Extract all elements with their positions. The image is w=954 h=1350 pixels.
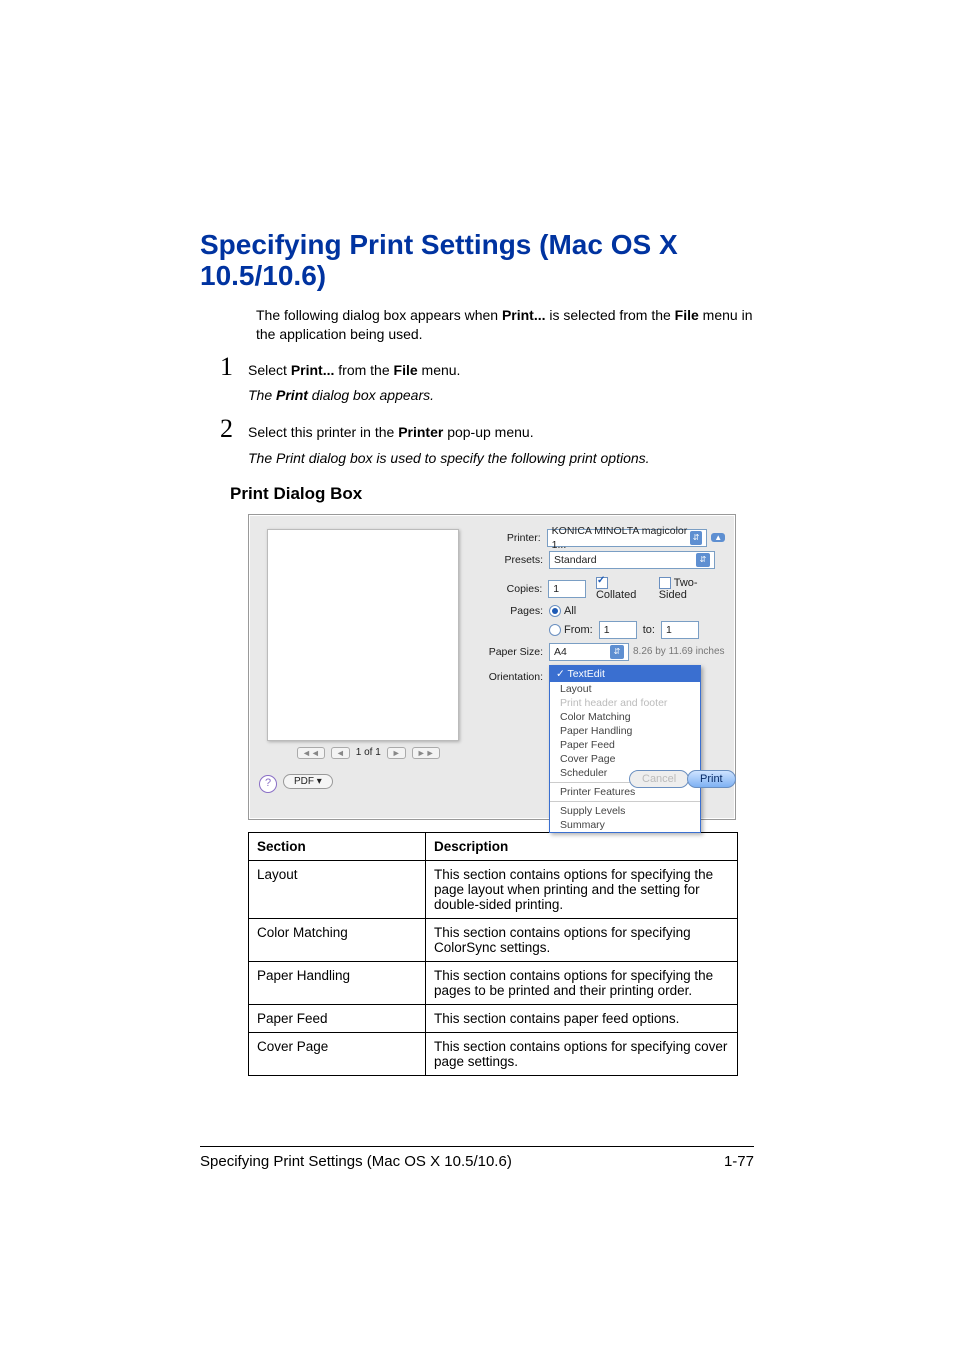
orientation-label: Orientation:	[473, 671, 543, 683]
copies-label: Copies:	[473, 583, 542, 595]
text: The	[248, 387, 276, 403]
pager-first-icon[interactable]: ◄◄	[297, 747, 325, 759]
cell-description: This section contains options for specif…	[426, 918, 738, 961]
preview-pane	[267, 529, 459, 741]
page-title: Specifying Print Settings (Mac OS X 10.5…	[200, 230, 754, 292]
menu-item-paper-handling[interactable]: Paper Handling	[550, 724, 700, 738]
table-row: Layout This section contains options for…	[249, 860, 738, 918]
pages-from-field[interactable]: 1	[599, 621, 637, 639]
copies-field[interactable]: 1	[548, 580, 586, 598]
paper-size-select[interactable]: A4 ⇵	[549, 643, 629, 661]
presets-select[interactable]: Standard ⇵	[549, 551, 715, 569]
text: pop-up menu.	[443, 424, 533, 440]
text: menu.	[418, 362, 461, 378]
pages-to-label: to:	[643, 624, 655, 636]
text-bold: File	[394, 362, 418, 378]
step-1-note: The Print dialog box appears.	[248, 387, 754, 403]
menu-selected-label: TextEdit	[568, 668, 605, 680]
collated-label: Collated	[596, 589, 636, 601]
step-number: 1	[220, 349, 248, 385]
text: Select this printer in the	[248, 424, 398, 440]
paper-size-label: Paper Size:	[473, 646, 543, 658]
menu-item-color-matching[interactable]: Color Matching	[550, 710, 700, 724]
text: from the	[334, 362, 393, 378]
step-2: 2 Select this printer in the Printer pop…	[220, 411, 754, 447]
cell-section: Cover Page	[249, 1032, 426, 1075]
table-header-section: Section	[249, 832, 426, 860]
page-footer: Specifying Print Settings (Mac OS X 10.5…	[200, 1146, 754, 1170]
printer-value: KONICA MINOLTA magicolor 1...	[552, 524, 690, 552]
cell-section: Paper Feed	[249, 1004, 426, 1032]
options-menu[interactable]: ✓ TextEdit Layout Print header and foote…	[549, 665, 701, 833]
pages-from-radio[interactable]	[549, 624, 561, 636]
step-1: 1 Select Print... from the File menu.	[220, 349, 754, 385]
table-row: Color Matching This section contains opt…	[249, 918, 738, 961]
chevron-updown-icon: ⇵	[696, 553, 710, 567]
pages-all-label: All	[564, 605, 576, 617]
paper-size-value: A4	[554, 645, 567, 659]
step-2-note: The Print dialog box is used to specify …	[248, 450, 754, 466]
text: Select	[248, 362, 291, 378]
pager: ◄◄ ◄ 1 of 1 ► ►►	[297, 747, 440, 759]
printer-label: Printer:	[473, 532, 541, 544]
chevron-updown-icon: ⇵	[610, 645, 624, 659]
menu-selected[interactable]: ✓ TextEdit	[550, 666, 700, 682]
section-heading: Print Dialog Box	[230, 484, 754, 504]
pager-last-icon[interactable]: ►►	[412, 747, 440, 759]
pager-prev-icon[interactable]: ◄	[331, 747, 350, 759]
paper-dimensions: 8.26 by 11.69 inches	[633, 646, 725, 657]
cell-description: This section contains options for specif…	[426, 860, 738, 918]
table-header-description: Description	[426, 832, 738, 860]
cancel-button[interactable]: Cancel	[629, 770, 689, 788]
cell-section: Color Matching	[249, 918, 426, 961]
table-row: Paper Feed This section contains paper f…	[249, 1004, 738, 1032]
pages-all-radio[interactable]	[549, 605, 561, 617]
intro-paragraph: The following dialog box appears when Pr…	[256, 306, 754, 345]
pager-next-icon[interactable]: ►	[387, 747, 406, 759]
text-bold: Print...	[291, 362, 335, 378]
help-button[interactable]: ?	[259, 775, 277, 793]
two-sided-checkbox[interactable]	[659, 577, 671, 589]
pages-from-label: From:	[564, 624, 593, 636]
footer-title: Specifying Print Settings (Mac OS X 10.5…	[200, 1153, 512, 1170]
chevron-updown-icon: ⇵	[690, 531, 703, 545]
text: dialog box appears.	[308, 387, 434, 403]
pages-label: Pages:	[473, 605, 543, 617]
cell-description: This section contains options for specif…	[426, 961, 738, 1004]
pages-to-field[interactable]: 1	[661, 621, 699, 639]
presets-label: Presets:	[473, 554, 543, 566]
menu-item-paper-feed[interactable]: Paper Feed	[550, 738, 700, 752]
text: is selected from the	[546, 307, 675, 323]
collated-checkbox[interactable]	[596, 577, 608, 589]
menu-item-layout[interactable]: Layout	[550, 682, 700, 696]
cell-section: Layout	[249, 860, 426, 918]
menu-item-cover-page[interactable]: Cover Page	[550, 752, 700, 766]
cell-section: Paper Handling	[249, 961, 426, 1004]
text-bold: Print	[276, 387, 308, 403]
presets-value: Standard	[554, 553, 597, 567]
printer-status-icon[interactable]: ▲	[711, 533, 725, 542]
page-number: 1-77	[724, 1153, 754, 1170]
text-bold: Print...	[502, 307, 546, 323]
sections-table: Section Description Layout This section …	[248, 832, 738, 1076]
table-row: Paper Handling This section contains opt…	[249, 961, 738, 1004]
pager-label: 1 of 1	[356, 747, 381, 758]
text-bold: File	[675, 307, 699, 323]
text: The following dialog box appears when	[256, 307, 502, 323]
text-bold: Printer	[398, 424, 443, 440]
cell-description: This section contains options for specif…	[426, 1032, 738, 1075]
step-number: 2	[220, 411, 248, 447]
print-dialog-screenshot: ◄◄ ◄ 1 of 1 ► ►► ? PDF ▾ Printer: KONICA…	[248, 514, 736, 820]
menu-item-summary[interactable]: Summary	[550, 818, 700, 832]
printer-select[interactable]: KONICA MINOLTA magicolor 1...⇵	[547, 529, 708, 547]
pdf-button[interactable]: PDF ▾	[283, 774, 333, 789]
menu-item-supply-levels[interactable]: Supply Levels	[550, 804, 700, 818]
print-button[interactable]: Print	[687, 770, 736, 788]
menu-item-disabled: Print header and footer	[550, 696, 700, 710]
table-row: Cover Page This section contains options…	[249, 1032, 738, 1075]
cell-description: This section contains paper feed options…	[426, 1004, 738, 1032]
